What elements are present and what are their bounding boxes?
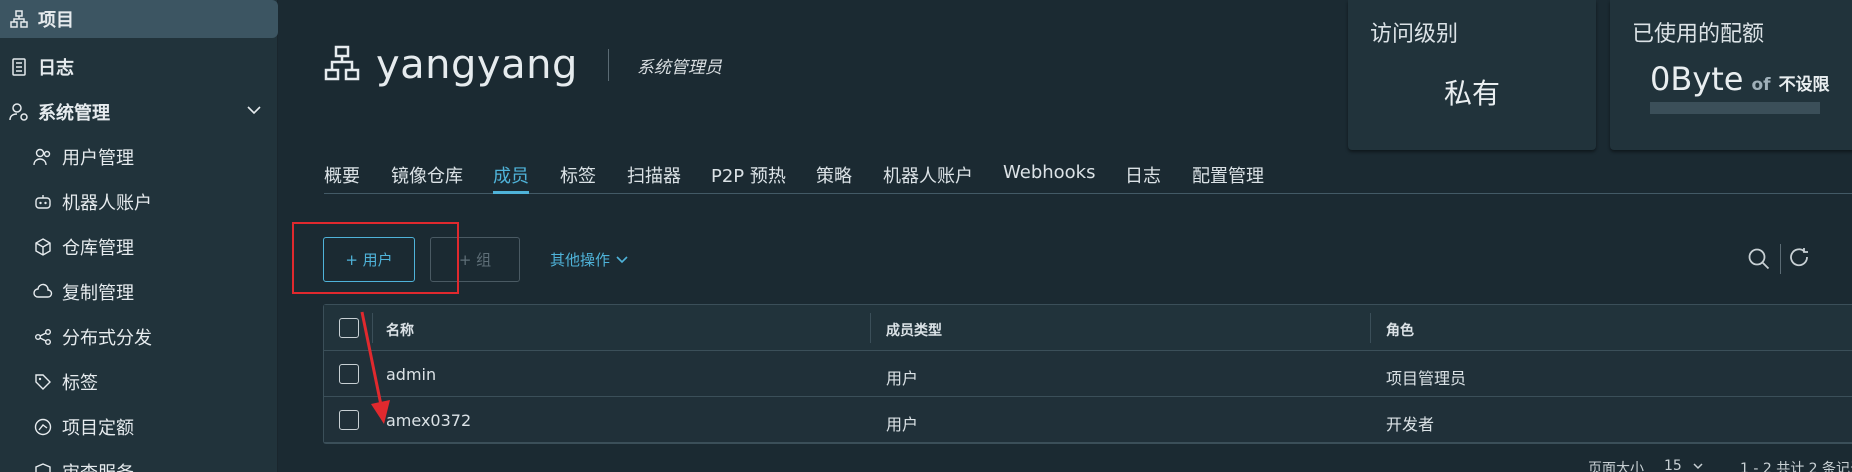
members-table: 名称 成员类型 角色 admin 用户 项目管理员 amex0372 用户 开发… [323,304,1852,444]
quota-card: 已使用的配额 0Byte of 不设限 [1610,0,1852,150]
tab-webhooks[interactable]: Webhooks [1003,162,1095,194]
quota-used: 0Byte [1650,60,1744,98]
replication-icon [32,281,54,303]
column-header-name[interactable]: 名称 [386,320,414,340]
chevron-down-icon[interactable] [246,102,262,123]
quota-icon [32,416,54,438]
sidebar-item-label: 系统管理 [38,103,110,124]
page-size-value: 15 [1664,458,1682,472]
title-divider [607,49,609,81]
column-header-role[interactable]: 角色 [1386,320,1414,340]
tab-summary[interactable]: 概要 [324,162,360,194]
member-name: admin [386,365,437,384]
column-separator [1370,313,1371,343]
sidebar-item-label: 用户管理 [62,148,134,169]
toolbar-divider [1780,244,1781,274]
member-role: 开发者 [1386,415,1435,434]
sidebar-item-label: 审查服务 [62,459,134,472]
tab-configuration[interactable]: 配置管理 [1192,162,1264,194]
project-name: yangyang [376,42,578,88]
tab-labels[interactable]: 标签 [560,162,596,194]
sidebar-item-users[interactable]: 用户管理 [0,135,278,179]
admin-icon [8,101,30,123]
tag-icon [32,371,54,393]
quota-limit: 不设限 [1778,75,1830,95]
distribution-icon [32,326,54,348]
member-name: amex0372 [386,411,472,430]
quota-progress-bar [1650,102,1820,114]
quota-of: of [1751,75,1771,95]
refresh-icon[interactable] [1787,246,1813,272]
sidebar-item-label: 分布式分发 [62,328,152,349]
access-level-value: 私有 [1444,77,1501,110]
page-size-select[interactable]: 15 [1664,458,1704,472]
sidebar-item-labels[interactable]: 标签 [0,360,278,404]
project-role: 系统管理员 [636,57,722,78]
tab-logs[interactable]: 日志 [1125,162,1161,194]
chevron-down-icon [615,253,629,267]
tab-scanner[interactable]: 扫描器 [627,162,681,194]
tab-members[interactable]: 成员 [493,162,529,194]
access-level-card: 访问级别 私有 [1348,0,1596,150]
users-icon [32,146,54,168]
member-type: 用户 [886,415,919,434]
sidebar-item-label: 项目定额 [62,418,134,439]
sidebar-item-label: 复制管理 [62,283,134,304]
column-header-member-type[interactable]: 成员类型 [886,320,942,340]
table-header-row: 名称 成员类型 角色 [324,305,1852,351]
access-level-title: 访问级别 [1370,22,1459,47]
search-icon[interactable] [1746,246,1772,272]
column-separator [870,313,871,343]
interrogation-icon [32,461,54,472]
quota-usage: 0Byte of 不设限 [1650,60,1830,98]
table-row[interactable]: admin 用户 项目管理员 [324,351,1852,397]
sidebar-item-projects[interactable]: 项目 [0,0,278,38]
tab-robot-accounts[interactable]: 机器人账户 [883,162,973,194]
quota-title: 已使用的配额 [1632,22,1765,47]
tab-p2p-preheat[interactable]: P2P 预热 [711,162,786,194]
project-header: yangyang 系统管理员 [324,42,722,88]
sidebar-item-label: 项目 [38,10,74,31]
table-row[interactable]: amex0372 用户 开发者 [324,397,1852,443]
sidebar: 项目 日志 系统管理 用户管理 机器人账户 仓库管理 复制管理 分布式分发 标签… [0,0,278,472]
project-icon [8,8,30,30]
project-tabs: 概要 镜像仓库 成员 标签 扫描器 P2P 预热 策略 机器人账户 Webhoo… [324,158,1852,194]
project-icon [324,45,360,85]
sidebar-item-logs[interactable]: 日志 [0,45,278,89]
member-role: 项目管理员 [1386,369,1467,388]
sidebar-item-label: 日志 [38,58,74,79]
sidebar-item-label: 标签 [62,373,98,394]
sidebar-item-robots[interactable]: 机器人账户 [0,180,278,224]
member-type: 用户 [886,369,919,388]
sidebar-item-admin[interactable]: 系统管理 [0,90,278,134]
sidebar-item-replication[interactable]: 复制管理 [0,270,278,314]
tab-policy[interactable]: 策略 [816,162,852,194]
chevron-down-icon [1692,460,1704,472]
row-checkbox[interactable] [339,410,359,430]
sidebar-item-distribution[interactable]: 分布式分发 [0,315,278,359]
robot-icon [32,191,54,213]
sidebar-item-quotas[interactable]: 项目定额 [0,405,278,449]
sidebar-item-label: 机器人账户 [62,193,152,214]
more-operations-label: 其他操作 [550,251,611,269]
log-icon [8,56,30,78]
column-separator [372,313,373,343]
pagination-summary: 1 - 2 共计 2 条记录 [1740,461,1852,472]
more-operations-dropdown[interactable]: 其他操作 [550,249,629,270]
sidebar-item-registries[interactable]: 仓库管理 [0,225,278,269]
row-checkbox[interactable] [339,364,359,384]
highlight-box [292,222,459,294]
page-size-label: 页面大小 [1588,461,1644,472]
registry-icon [32,236,54,258]
select-all-checkbox[interactable] [339,318,359,338]
tab-repositories[interactable]: 镜像仓库 [391,162,463,194]
sidebar-item-interrogation[interactable]: 审查服务 [0,450,278,472]
sidebar-item-label: 仓库管理 [62,238,134,259]
